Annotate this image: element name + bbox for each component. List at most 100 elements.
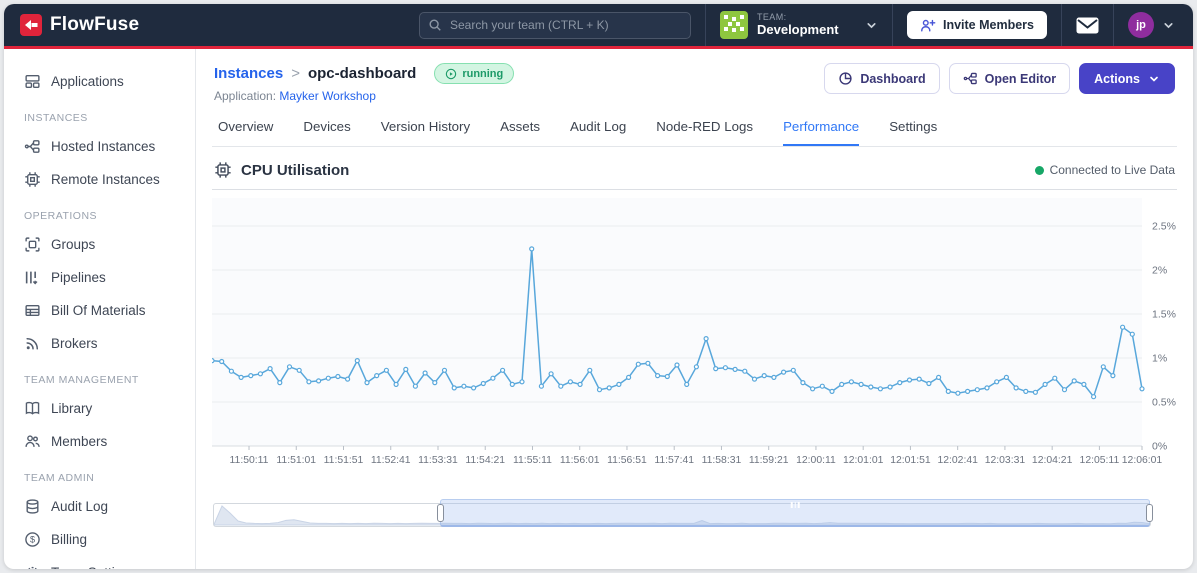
- user-avatar: jp: [1128, 12, 1154, 38]
- actions-button-label: Actions: [1094, 71, 1140, 86]
- notifications-button[interactable]: [1076, 17, 1099, 34]
- flowfuse-logo[interactable]: FlowFuse: [20, 14, 139, 36]
- flowfuse-app: FlowFuse TEAM: Development: [4, 4, 1193, 569]
- chart-range-selector[interactable]: [213, 499, 1153, 527]
- tab-devices[interactable]: Devices: [303, 119, 350, 146]
- sidebar-section-team-management: TEAM MANAGEMENT: [24, 374, 139, 386]
- cpu-chip-icon: [215, 162, 231, 178]
- application-link[interactable]: Mayker Workshop: [279, 89, 375, 103]
- sidebar-item-label: Library: [51, 401, 93, 416]
- instance-tabs: Overview Devices Version History Assets …: [212, 107, 1177, 147]
- tab-version-history[interactable]: Version History: [381, 119, 470, 146]
- sidebar-item-team-settings[interactable]: Team Settings: [20, 556, 185, 569]
- breadcrumb-separator: >: [291, 65, 300, 82]
- application-line: Application: Mayker Workshop: [214, 89, 514, 103]
- sidebar-item-audit-log[interactable]: Audit Log: [20, 490, 185, 523]
- brand-name: FlowFuse: [50, 14, 140, 35]
- sidebar-item-label: Applications: [51, 74, 124, 89]
- pie-chart-icon: [839, 72, 852, 85]
- chevron-down-icon: [867, 22, 876, 28]
- sidebar-item-groups[interactable]: Groups: [20, 228, 185, 261]
- svg-text:11:59:21: 11:59:21: [749, 455, 789, 466]
- sidebar-item-applications[interactable]: Applications: [20, 65, 185, 98]
- cpu-panel-header: CPU Utilisation Connected to Live Data: [212, 161, 1177, 190]
- chevron-down-icon: [1164, 22, 1173, 28]
- applications-icon: [25, 74, 40, 89]
- open-editor-button[interactable]: Open Editor: [948, 63, 1071, 94]
- main-content: Instances > opc-dashboard running Applic…: [196, 49, 1193, 569]
- members-icon: [25, 435, 40, 447]
- svg-text:11:52:41: 11:52:41: [371, 455, 411, 466]
- svg-text:11:56:01: 11:56:01: [560, 455, 600, 466]
- open-editor-button-label: Open Editor: [984, 71, 1057, 86]
- svg-text:12:00:11: 12:00:11: [796, 455, 836, 466]
- search-icon: [429, 18, 441, 31]
- node-red-flow-icon: [963, 72, 977, 85]
- team-switcher[interactable]: TEAM: Development: [719, 11, 878, 39]
- instance-actions: Dashboard Open Editor Actions: [824, 63, 1175, 94]
- live-data-status: Connected to Live Data: [1034, 163, 1175, 177]
- tab-overview[interactable]: Overview: [218, 119, 273, 146]
- svg-text:12:05:11: 12:05:11: [1080, 455, 1120, 466]
- sidebar-item-hosted-instances[interactable]: Hosted Instances: [20, 130, 185, 163]
- person-plus-icon: [921, 19, 936, 32]
- svg-text:0%: 0%: [1152, 441, 1167, 453]
- tab-node-red-logs[interactable]: Node-RED Logs: [656, 119, 753, 146]
- svg-text:11:54:21: 11:54:21: [465, 455, 505, 466]
- tab-performance[interactable]: Performance: [783, 119, 860, 146]
- sidebar-item-label: Hosted Instances: [51, 139, 156, 154]
- svg-text:11:57:41: 11:57:41: [654, 455, 694, 466]
- sidebar-item-brokers[interactable]: Brokers: [20, 327, 185, 360]
- sidebar-item-label: Groups: [51, 237, 96, 252]
- actions-button[interactable]: Actions: [1079, 63, 1175, 94]
- svg-text:11:51:01: 11:51:01: [276, 455, 316, 466]
- team-name: Development: [756, 21, 839, 37]
- sidebar-section-operations: OPERATIONS: [24, 210, 98, 222]
- sidebar-item-billing[interactable]: $ Billing: [20, 523, 185, 556]
- range-grip-icon[interactable]: [790, 502, 800, 508]
- sidebar-section-team-admin: TEAM ADMIN: [24, 472, 95, 484]
- library-icon: [25, 401, 40, 415]
- range-handle-right[interactable]: [1145, 503, 1153, 522]
- navbar-divider: [1113, 4, 1114, 46]
- sidebar-item-remote-instances[interactable]: Remote Instances: [20, 163, 185, 196]
- breadcrumb-instances-link[interactable]: Instances: [214, 65, 283, 82]
- svg-text:2.5%: 2.5%: [1152, 221, 1176, 233]
- application-label: Application:: [214, 89, 277, 103]
- brokers-icon: [26, 337, 39, 350]
- tab-assets[interactable]: Assets: [500, 119, 540, 146]
- envelope-icon: [1076, 17, 1099, 33]
- hosted-instances-icon: [24, 140, 40, 153]
- breadcrumb: Instances > opc-dashboard running: [214, 63, 515, 84]
- svg-text:11:56:51: 11:56:51: [607, 455, 647, 466]
- sidebar: Applications INSTANCES Hosted Instances …: [4, 49, 196, 569]
- search-box: [418, 11, 691, 39]
- range-handle-left[interactable]: [437, 503, 445, 522]
- sidebar-item-library[interactable]: Library: [20, 392, 185, 425]
- dashboard-button[interactable]: Dashboard: [824, 63, 940, 94]
- pipelines-icon: [25, 271, 38, 285]
- team-meta: TEAM: Development: [757, 12, 839, 37]
- range-selection[interactable]: [437, 499, 1153, 527]
- invite-members-button[interactable]: Invite Members: [906, 11, 1047, 39]
- sidebar-item-bill-of-materials[interactable]: Bill Of Materials: [20, 294, 185, 327]
- navbar-divider: [704, 4, 706, 46]
- bill-of-materials-icon: [25, 305, 40, 316]
- remote-instances-icon: [25, 172, 40, 187]
- tab-settings[interactable]: Settings: [889, 119, 937, 146]
- tab-audit-log[interactable]: Audit Log: [570, 119, 626, 146]
- sidebar-item-label: Bill Of Materials: [51, 303, 146, 318]
- instance-name: opc-dashboard: [307, 65, 417, 82]
- svg-text:11:53:31: 11:53:31: [418, 455, 458, 466]
- svg-text:12:01:01: 12:01:01: [843, 455, 884, 466]
- sidebar-item-label: Team Settings: [51, 565, 137, 569]
- user-menu[interactable]: jp: [1128, 12, 1175, 38]
- sidebar-item-members[interactable]: Members: [20, 425, 185, 458]
- svg-text:11:58:31: 11:58:31: [702, 455, 742, 466]
- cpu-utilisation-chart[interactable]: 0% 0.5% 1% 1.5% 2% 2.5% 11:50:11 11:51:01 11:51:…: [209, 194, 1177, 491]
- svg-text:2%: 2%: [1152, 265, 1167, 277]
- search-input[interactable]: [418, 11, 691, 39]
- sidebar-item-label: Members: [51, 434, 108, 449]
- sidebar-item-pipelines[interactable]: Pipelines: [20, 261, 185, 294]
- audit-log-icon: [26, 499, 39, 514]
